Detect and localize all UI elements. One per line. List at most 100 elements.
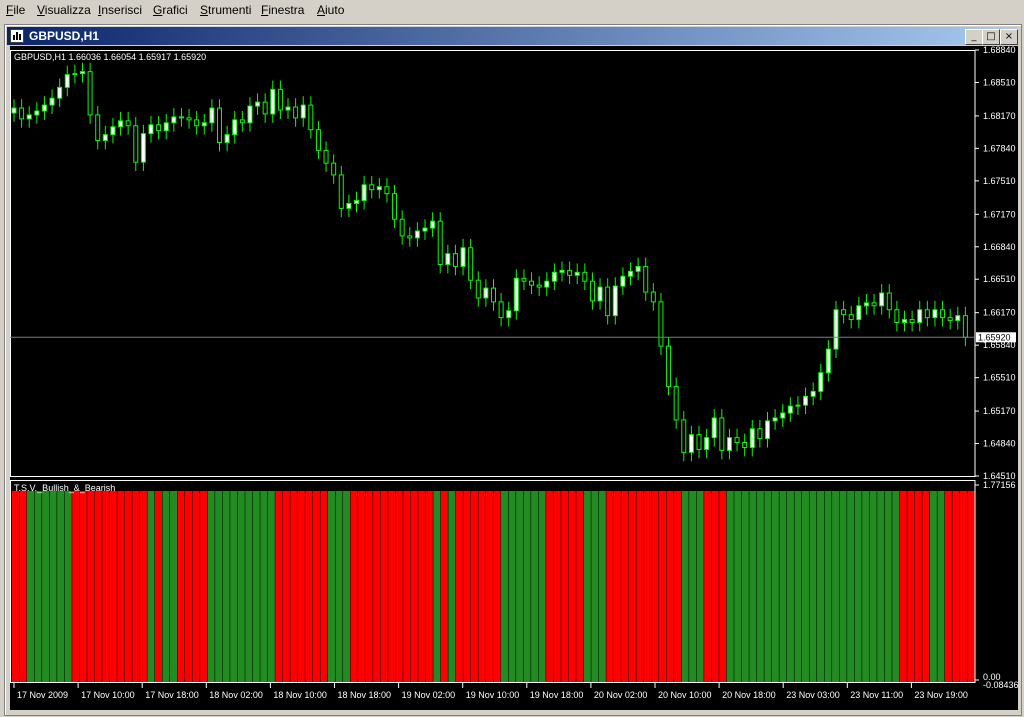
bearish-bar	[659, 491, 667, 682]
x-tick-label: 23 Nov 19:00	[914, 690, 968, 700]
menu-grafici[interactable]: Grafici	[153, 3, 188, 17]
candle-body	[932, 309, 938, 319]
y-tick-label: 1.65510	[983, 373, 1016, 383]
bullish-bar	[817, 491, 825, 682]
candle-body	[803, 395, 809, 406]
candle-body	[787, 405, 793, 414]
candle-body	[605, 286, 611, 317]
menu-strumenti[interactable]: Strumenti	[200, 3, 251, 17]
candle-body	[521, 277, 527, 282]
candle-body	[468, 247, 474, 281]
bullish-bar	[839, 491, 847, 682]
menu-file[interactable]: File	[6, 3, 25, 17]
bearish-bar	[553, 491, 561, 682]
bearish-bar	[192, 491, 200, 682]
candle-body	[719, 417, 725, 451]
minimize-button[interactable]: _	[965, 29, 983, 45]
candle-body	[323, 149, 329, 164]
bearish-bar	[952, 491, 960, 682]
maximize-button[interactable]: □	[982, 29, 1000, 45]
candle-body	[87, 71, 93, 116]
bullish-bar	[49, 491, 57, 682]
bearish-bar	[914, 491, 922, 682]
candle-body	[765, 420, 770, 440]
x-tick-label: 20 Nov 18:00	[722, 690, 776, 700]
candle-body	[818, 372, 824, 392]
bullish-bar	[448, 491, 456, 682]
bullish-bar	[779, 491, 787, 682]
bullish-bar	[433, 491, 441, 682]
bullish-bar	[343, 491, 351, 682]
x-tick-label: 18 Nov 10:00	[273, 690, 327, 700]
candle-body	[643, 265, 649, 293]
candle-body	[422, 227, 428, 232]
y-tick-label: 1.65170	[983, 406, 1016, 416]
y-tick-label: 1.68840	[983, 46, 1016, 55]
menu-bar: File Visualizza Inserisci Grafici Strumenti F…	[0, 0, 1024, 20]
candle-body	[209, 107, 215, 124]
candle-body	[11, 107, 17, 114]
bullish-bar	[230, 491, 238, 682]
bearish-bar	[109, 491, 117, 682]
bearish-bar	[711, 491, 719, 682]
bullish-bar	[501, 491, 509, 682]
bullish-bar	[832, 491, 840, 682]
bullish-bar	[245, 491, 253, 682]
candle-body	[331, 162, 337, 176]
candle-body	[34, 110, 40, 116]
indicator-max-label: 1.77156	[983, 480, 1016, 490]
menu-finestra[interactable]: Finestra	[261, 3, 304, 17]
candle-body	[795, 404, 801, 407]
candle-body	[475, 279, 481, 299]
bearish-bar	[704, 491, 712, 682]
bearish-bar	[297, 491, 305, 682]
bullish-bar	[523, 491, 531, 682]
bearish-bar	[154, 491, 162, 682]
bearish-bar	[899, 491, 907, 682]
candle-body	[612, 285, 618, 317]
menu-visualizza[interactable]: Visualizza	[37, 3, 91, 17]
bullish-bar	[756, 491, 764, 682]
indicator-name: T.S.V._Bullish_&_Bearish	[14, 483, 115, 493]
chart-svg[interactable]: 1.68840 1.68510 1.68170 1.67840 1.67510 1.671…	[10, 45, 1019, 710]
candle-body	[102, 134, 108, 142]
candle-body	[460, 247, 466, 267]
candle-body	[620, 275, 626, 287]
chart-canvas[interactable]: 1.68840 1.68510 1.68170 1.67840 1.67510 1.671…	[10, 45, 1019, 710]
close-button[interactable]: ×	[1000, 29, 1018, 45]
candle-body	[673, 385, 679, 421]
bullish-bar	[222, 491, 230, 682]
bearish-bar	[139, 491, 147, 682]
menu-aiuto[interactable]: Aiuto	[317, 3, 344, 17]
bullish-bar	[538, 491, 546, 682]
bullish-bar	[267, 491, 275, 682]
bearish-bar	[959, 491, 967, 682]
candle-body	[681, 419, 687, 453]
candle-body	[711, 417, 717, 439]
bearish-bar	[666, 491, 674, 682]
bullish-bar	[689, 491, 697, 682]
bullish-bar	[207, 491, 215, 682]
candle-body	[772, 417, 778, 422]
bearish-bar	[320, 491, 328, 682]
bullish-bar	[260, 491, 268, 682]
candle-body	[224, 134, 230, 143]
bearish-bar	[117, 491, 125, 682]
candle-body	[962, 315, 968, 338]
x-tick-label: 17 Nov 18:00	[145, 690, 199, 700]
candle-body	[315, 129, 321, 151]
bullish-bar	[749, 491, 757, 682]
candle-body	[392, 193, 398, 220]
candle-body	[133, 125, 139, 163]
candle-body	[666, 345, 672, 387]
chart-window-titlebar[interactable]: GBPUSD,H1 _ □ ×	[7, 27, 1018, 45]
candle-body	[414, 230, 420, 239]
bearish-bar	[185, 491, 193, 682]
menu-inserisci[interactable]: Inserisci	[98, 3, 142, 17]
bearish-bar	[87, 491, 95, 682]
candle-body	[734, 437, 740, 444]
bearish-bar	[282, 491, 290, 682]
candle-body	[110, 126, 116, 136]
bearish-bar	[674, 491, 682, 682]
y-tick-label: 1.66510	[983, 274, 1016, 284]
